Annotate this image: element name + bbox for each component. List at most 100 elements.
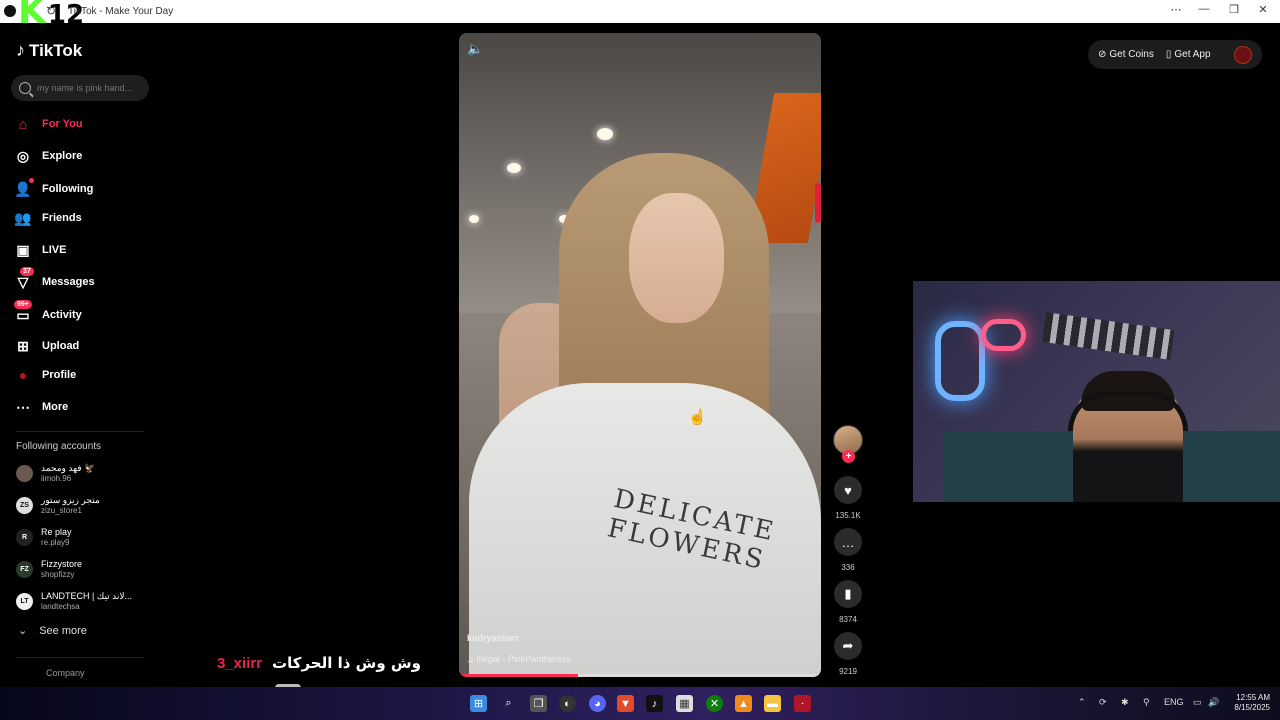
sidebar: ♪ TikTok ⌂ For You ◎ Explore 👤 Following… [0, 23, 160, 687]
get-coins-button[interactable]: ⊘ Get Coins [1098, 49, 1154, 60]
streamer-webcam [913, 281, 1280, 502]
account-name: فهد ومحمد 🦅 [41, 463, 96, 473]
app-icon[interactable]: ▲ [735, 695, 752, 712]
footer-company-link[interactable]: Company [46, 668, 85, 678]
more-icon: ⋯ [16, 398, 30, 415]
nav-item-activity[interactable]: ▭ 99+ Activity [14, 300, 82, 324]
refresh-icon[interactable]: ↻ [46, 4, 56, 18]
messages-icon: ▽ 37 [14, 267, 34, 291]
avatar: LT [16, 593, 33, 610]
search-input[interactable] [37, 83, 142, 93]
following-account[interactable]: LT LANDTECH | لاند تيك... landtechsa [16, 591, 132, 612]
see-more-link[interactable]: ⌄ See more [18, 624, 87, 638]
brightness-icon[interactable]: ✱ [1121, 697, 1129, 708]
nav-item-following[interactable]: 👤 Following [14, 178, 93, 198]
upload-icon: ⊞ [17, 337, 29, 354]
comment-count: 336 [841, 563, 855, 572]
clock-date: 8/15/2025 [1234, 703, 1270, 712]
brave-icon[interactable]: ▼ [617, 695, 634, 712]
nav-item-upload[interactable]: ⊞ Upload [14, 337, 79, 355]
close-button[interactable]: ✕ [1253, 3, 1273, 16]
video-music[interactable]: ♫ Illegal - PinkPantheress [467, 654, 571, 664]
search-icon[interactable]: ⌕ [500, 695, 517, 712]
account-handle: landtechsa [41, 602, 80, 611]
video-frame-face [629, 193, 724, 323]
nav-label: Explore [42, 150, 83, 162]
nav-label: LIVE [42, 244, 67, 256]
folder-icon[interactable]: ▬ [764, 695, 781, 712]
language-indicator[interactable]: ENG [1164, 697, 1184, 707]
sync-icon[interactable]: ⟳ [1099, 697, 1107, 708]
account-name: Re play [41, 527, 72, 537]
chat-user: 3_xiirr [217, 654, 263, 672]
save-button[interactable]: ▮ [834, 580, 862, 608]
search-box[interactable] [11, 75, 149, 101]
window-titlebar: K12 ↻ TikTok - Make Your Day ⋯ — ❐ ✕ [0, 0, 1280, 30]
nav-item-explore[interactable]: ◎ Explore [14, 147, 82, 165]
xbox-icon[interactable]: ✕ [706, 695, 723, 712]
video-progress-fill [459, 674, 579, 677]
nav-item-live[interactable]: ▣ LIVE [14, 241, 66, 259]
following-account[interactable]: R Re play re.play9 [16, 527, 72, 548]
share-button[interactable]: ➦ [834, 632, 862, 660]
store-icon[interactable]: ▦ [676, 695, 693, 712]
nav-label: Activity [42, 309, 82, 321]
search-icon[interactable] [19, 82, 31, 94]
user-avatar[interactable] [1234, 46, 1252, 64]
microphone-icon[interactable]: ⚲ [1143, 697, 1150, 708]
tiktok-taskbar-icon[interactable]: ♪ [646, 695, 663, 712]
network-icon[interactable]: ▭ [1193, 697, 1202, 708]
chevron-down-icon: ⌄ [18, 625, 28, 637]
comment-button[interactable]: … [834, 528, 862, 556]
nav-label: Friends [42, 212, 82, 224]
nav-label: For You [42, 118, 83, 130]
nav-item-messages[interactable]: ▽ 37 Messages [14, 267, 95, 291]
start-icon[interactable]: ⊞ [470, 695, 487, 712]
nav-item-profile[interactable]: ● Profile [14, 366, 76, 384]
get-app-button[interactable]: ▯ Get App [1166, 49, 1211, 60]
following-account[interactable]: فهد ومحمد 🦅 iimoh.96 [16, 463, 95, 484]
profile-icon: ● [18, 367, 28, 383]
menu-dots-icon[interactable]: ⋯ [1166, 3, 1186, 16]
browser-icon[interactable]: ◐ [559, 695, 576, 712]
nav-item-for-you[interactable]: ⌂ For You [14, 115, 83, 133]
notification-dot [29, 178, 34, 183]
minimize-button[interactable]: — [1194, 3, 1214, 15]
following-account[interactable]: ZS متجر زيزو ستور zizu_store1 [16, 495, 100, 516]
taskbar-clock[interactable]: 12:55 AM 8/15/2025 [1226, 693, 1270, 713]
tiktok-logo[interactable]: ♪ TikTok [16, 40, 82, 61]
account-handle: zizu_store1 [41, 506, 82, 515]
avatar: ZS [16, 497, 33, 514]
like-button[interactable]: ♥ [834, 476, 862, 504]
video-progress-bar[interactable] [459, 674, 821, 677]
nav-label: Messages [42, 276, 95, 288]
follow-plus-icon[interactable]: + [842, 450, 855, 463]
nav-label: Upload [42, 340, 80, 352]
nav-label: More [42, 401, 69, 413]
volume-icon[interactable]: 🔊 [1208, 697, 1219, 708]
task-view-icon[interactable]: ❐ [530, 695, 547, 712]
account-name: Fizzystore [41, 559, 83, 569]
discord-icon[interactable]: ◕ [589, 695, 606, 712]
comment-icon: … [841, 534, 855, 550]
maximize-button[interactable]: ❐ [1224, 3, 1244, 16]
nav-item-more[interactable]: ⋯ More [14, 398, 68, 416]
video-player[interactable]: DELICATE FLOWERS 🔈 kudryasharr ♫ Illegal … [459, 33, 821, 677]
chevron-up-icon[interactable]: ⌃ [1078, 697, 1086, 708]
nav-item-friends[interactable]: 👥 Friends [14, 209, 82, 227]
brand-name: TikTok [29, 40, 83, 60]
heart-icon: ♥ [844, 482, 852, 498]
compass-icon: ◎ [16, 147, 30, 164]
video-frame-light [507, 163, 521, 173]
coin-icon: ⊘ [1098, 49, 1107, 60]
app-icon[interactable]: ▪ [794, 695, 811, 712]
video-username[interactable]: kudryasharr [467, 633, 519, 643]
clock-time: 12:55 AM [1236, 693, 1270, 702]
account-name: LANDTECH | لاند تيك... [41, 591, 133, 601]
webcam-flags [1041, 312, 1175, 360]
following-account[interactable]: FZ Fizzystore shopfizzy [16, 559, 82, 580]
window-title: TikTok - Make Your Day [68, 6, 174, 17]
chat-text: وش وش ذا الحركات [272, 654, 421, 672]
volume-icon[interactable]: 🔈 [467, 41, 483, 57]
webcam-neon-sign [935, 321, 985, 401]
